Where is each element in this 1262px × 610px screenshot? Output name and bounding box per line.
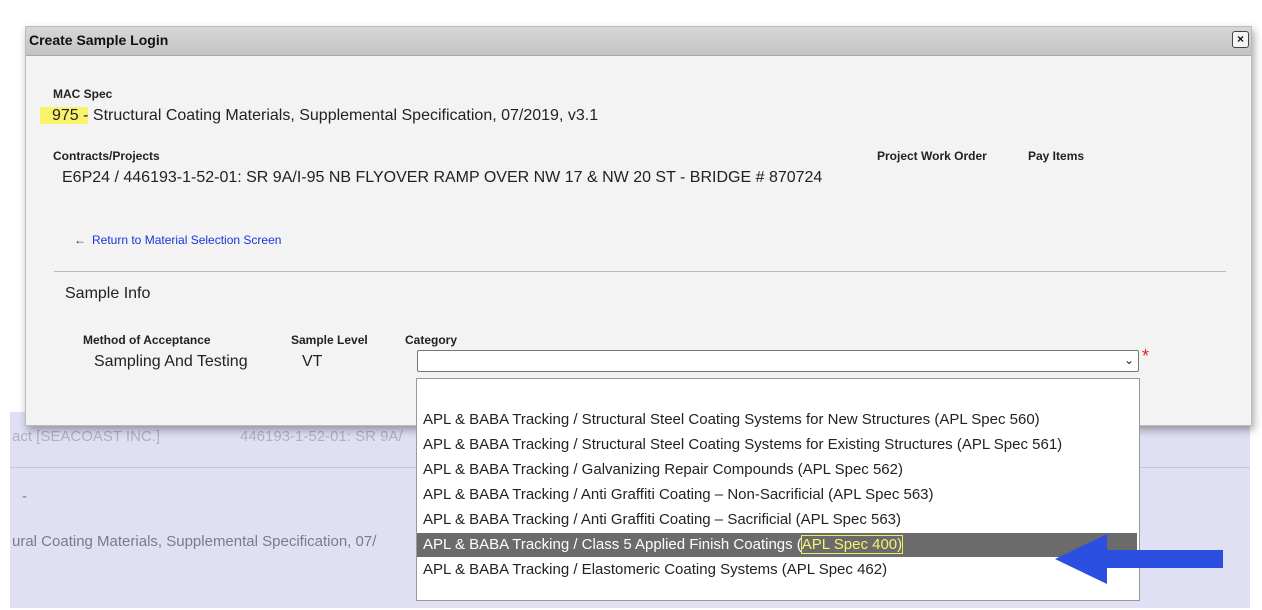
contracts-projects-label: Contracts/Projects (53, 149, 160, 163)
section-divider (54, 271, 1226, 272)
mac-spec-label: MAC Spec (53, 87, 113, 101)
chevron-down-icon: ⌄ (1123, 353, 1134, 367)
bg-spec-fragment: ural Coating Materials, Supplemental Spe… (12, 533, 377, 550)
bg-contract-fragment: act [SEACOAST INC.] (12, 428, 161, 445)
required-indicator: * (1142, 346, 1150, 366)
create-sample-login-dialog: Create Sample Login × MAC Spec 975 - Str… (25, 26, 1252, 426)
project-work-order-label: Project Work Order (877, 149, 987, 163)
mac-spec-text: Structural Coating Materials, Supplement… (88, 107, 599, 124)
sample-info-title: Sample Info (65, 285, 151, 302)
annotation-arrow-shape (1055, 534, 1223, 584)
bg-dash: - (22, 488, 27, 505)
category-option[interactable]: APL & BABA Tracking / Elastomeric Coatin… (417, 558, 1137, 582)
dialog-header: Create Sample Login × (26, 27, 1251, 56)
mac-spec-number: 975 - (40, 107, 89, 124)
bg-project-fragment: 446193-1-52-01: SR 9A/ (240, 428, 403, 445)
method-of-acceptance-label: Method of Acceptance (83, 333, 211, 347)
close-button[interactable]: × (1232, 31, 1249, 48)
category-option[interactable]: APL & BABA Tracking / Anti Graffiti Coat… (417, 483, 1137, 507)
method-of-acceptance-value: Sampling And Testing (94, 353, 248, 370)
sample-level-label: Sample Level (291, 333, 368, 347)
contracts-projects-value: E6P24 / 446193-1-52-01: SR 9A/I-95 NB FL… (62, 169, 823, 186)
category-option[interactable]: APL & BABA Tracking / Structural Steel C… (417, 408, 1137, 432)
category-option[interactable]: APL & BABA Tracking / Anti Graffiti Coat… (417, 508, 1137, 532)
category-select[interactable]: ⌄ (417, 350, 1139, 372)
mac-spec-value: 975 - Structural Coating Materials, Supp… (40, 107, 598, 125)
option-label-prefix: APL & BABA Tracking / Class 5 Applied Fi… (423, 536, 802, 553)
category-option[interactable]: APL & BABA Tracking / Structural Steel C… (417, 433, 1137, 457)
return-link-text: Return to Material Selection Screen (92, 233, 282, 247)
sample-level-value: VT (302, 353, 323, 370)
category-option-selected[interactable]: APL & BABA Tracking / Class 5 Applied Fi… (417, 533, 1137, 557)
return-to-material-selection-link[interactable]: ← Return to Material Selection Screen (74, 233, 281, 247)
pay-items-label: Pay Items (1028, 149, 1085, 163)
category-option-empty[interactable] (417, 379, 1137, 403)
option-label-highlight: APL Spec 400) (800, 535, 904, 554)
category-option[interactable]: APL & BABA Tracking / Galvanizing Repair… (417, 458, 1137, 482)
category-dropdown-list[interactable]: APL & BABA Tracking / Structural Steel C… (416, 378, 1140, 601)
dialog-title: Create Sample Login (29, 32, 169, 48)
category-label: Category (405, 333, 458, 347)
back-arrow-icon: ← (74, 233, 86, 247)
annotation-arrow-icon (1055, 534, 1223, 584)
